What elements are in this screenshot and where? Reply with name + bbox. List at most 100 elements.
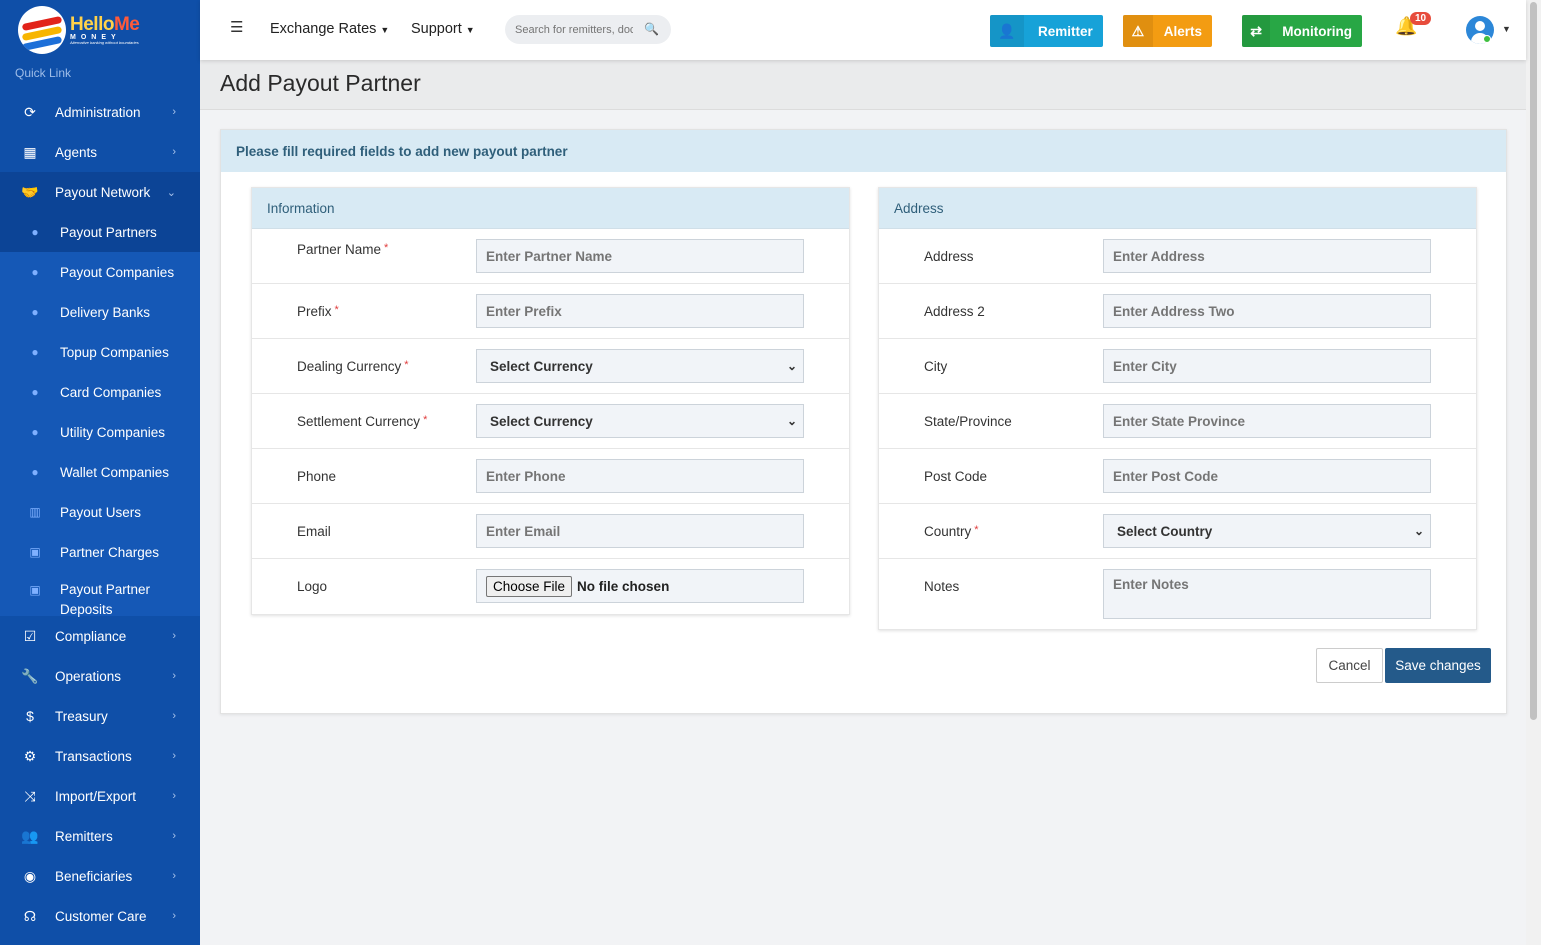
sidebar-subitem-payout-companies[interactable]: ● Payout Companies <box>0 252 200 292</box>
hamburger-icon[interactable]: ☰ <box>230 18 243 36</box>
logo[interactable]: HelloMe MONEY Alternative banking withou… <box>0 0 200 60</box>
address-label: Address <box>924 249 974 264</box>
headset-icon: ☊ <box>23 907 37 924</box>
sidebar-subitem-label: Topup Companies <box>60 344 169 360</box>
chevron-right-icon: › <box>172 146 176 158</box>
sidebar-subitem-topup-companies[interactable]: ● Topup Companies <box>0 332 200 372</box>
sidebar-item-payout-network[interactable]: 🤝 Payout Network ⌄ <box>0 172 200 212</box>
sidebar-item-transactions[interactable]: ⚙ Transactions › <box>0 736 200 776</box>
sidebar-subitem-label: Wallet Companies <box>60 464 170 480</box>
sidebar-subitem-wallet-companies[interactable]: ● Wallet Companies <box>0 452 200 492</box>
partner-name-label: Partner Name * <box>297 242 389 257</box>
sidebar-item-label: Customer Care <box>55 908 147 924</box>
phone-label: Phone <box>297 469 337 484</box>
dealing-currency-select[interactable]: Select Currency ⌄ <box>476 349 804 383</box>
user-circle-icon: ◉ <box>23 867 37 884</box>
sidebar-item-operations[interactable]: 🔧 Operations › <box>0 656 200 696</box>
logo-file-input: Choose File No file chosen <box>476 569 804 603</box>
sidebar-subitem-delivery-banks[interactable]: ● Delivery Banks <box>0 292 200 332</box>
sidebar-item-import-export[interactable]: ⤨ Import/Export › <box>0 776 200 816</box>
caret-down-icon[interactable]: ▼ <box>1502 24 1511 34</box>
save-changes-button[interactable]: Save changes <box>1385 648 1491 683</box>
sidebar-subitem-label: Payout Partner Deposits <box>60 582 151 617</box>
chevron-right-icon: › <box>172 870 176 882</box>
notes-textarea[interactable] <box>1103 569 1431 619</box>
exchange-rates-menu[interactable]: Exchange Rates ▼ <box>270 21 389 37</box>
sidebar-subitem-payout-users[interactable]: ▥ Payout Users <box>0 492 200 532</box>
users-icon: 👥 <box>21 827 39 844</box>
sidebar-subitem-label: Utility Companies <box>60 424 166 440</box>
logo-text: HelloMe MONEY Alternative banking withou… <box>70 14 140 45</box>
logo-brand-a: Hello <box>70 14 114 35</box>
prefix-input[interactable] <box>476 294 804 328</box>
support-label: Support <box>411 21 462 37</box>
sidebar-item-treasury[interactable]: $ Treasury › <box>0 696 200 736</box>
sidebar-subitem-card-companies[interactable]: ● Card Companies <box>0 372 200 412</box>
sidebar-item-agents[interactable]: ▦ Agents › <box>0 132 200 172</box>
sidebar-item-label: Beneficiaries <box>55 868 133 884</box>
quick-link-label: Quick Link <box>15 66 72 80</box>
dealing-currency-row: Dealing Currency * Select Currency ⌄ <box>252 339 849 394</box>
file-status: No file chosen <box>577 578 670 594</box>
sidebar-item-customer-care[interactable]: ☊ Customer Care › <box>0 896 200 936</box>
sidebar-item-label: Transactions <box>55 748 132 764</box>
prefix-label: Prefix * <box>297 304 339 319</box>
city-input[interactable] <box>1103 349 1431 383</box>
state-input[interactable] <box>1103 404 1431 438</box>
logo-row: Logo Choose File No file chosen <box>252 559 849 614</box>
country-select[interactable]: Select Country ⌄ <box>1103 514 1431 548</box>
money-icon: ▣ <box>29 545 41 559</box>
address2-row: Address 2 <box>879 284 1476 339</box>
handshake-icon: 🤝 <box>21 183 39 200</box>
phone-row: Phone <box>252 449 849 504</box>
chevron-right-icon: › <box>172 910 176 922</box>
address2-input[interactable] <box>1103 294 1431 328</box>
building-icon: ▦ <box>23 143 37 160</box>
post-code-input[interactable] <box>1103 459 1431 493</box>
user-icon: ● <box>31 305 39 319</box>
sidebar: HelloMe MONEY Alternative banking withou… <box>0 0 200 945</box>
user-icon: ● <box>31 465 39 479</box>
user-icon: ● <box>31 225 39 239</box>
choose-file-button[interactable]: Choose File <box>486 575 573 597</box>
sidebar-item-administration[interactable]: ⟳ Administration › <box>0 92 200 132</box>
support-menu[interactable]: Support ▼ <box>411 21 475 37</box>
information-panel-title: Information <box>252 188 849 229</box>
partner-name-input[interactable] <box>476 239 804 273</box>
alerts-label: Alerts <box>1163 23 1202 39</box>
cancel-button[interactable]: Cancel <box>1316 648 1383 683</box>
caret-down-icon: ▼ <box>380 25 390 35</box>
settlement-currency-select[interactable]: Select Currency ⌄ <box>476 404 804 438</box>
dollar-icon: $ <box>26 708 34 724</box>
scrollbar[interactable] <box>1526 0 1541 945</box>
remitter-button[interactable]: 👤 Remitter <box>990 15 1103 47</box>
sidebar-item-label: Administration <box>55 104 141 120</box>
monitoring-button[interactable]: ⇄ Monitoring <box>1242 15 1362 47</box>
address-input[interactable] <box>1103 239 1431 273</box>
sidebar-subitem-partner-charges[interactable]: ▣ Partner Charges <box>0 532 200 572</box>
sidebar-subitem-payout-partners[interactable]: ● Payout Partners <box>0 212 200 252</box>
notification-badge: 10 <box>1410 12 1432 25</box>
settlement-currency-label: Settlement Currency * <box>297 414 428 429</box>
warning-icon: ⚠ <box>1123 15 1153 47</box>
chevron-right-icon: › <box>172 106 176 118</box>
state-label: State/Province <box>924 414 1012 429</box>
sidebar-subitem-payout-partner-deposits[interactable]: ▣ Payout Partner Deposits <box>0 572 200 617</box>
information-panel: Information Partner Name* Prefix* Dealin… <box>251 187 850 615</box>
user-icon: ● <box>31 385 39 399</box>
bank-icon: ▥ <box>29 505 41 519</box>
sidebar-subitem-label: Card Companies <box>60 384 162 400</box>
search-input[interactable] <box>515 23 633 36</box>
phone-input[interactable] <box>476 459 804 493</box>
scrollbar-thumb[interactable] <box>1530 2 1537 720</box>
sidebar-subitem-utility-companies[interactable]: ● Utility Companies <box>0 412 200 452</box>
online-status-dot <box>1483 35 1491 43</box>
sidebar-item-remitters[interactable]: 👥 Remitters › <box>0 816 200 856</box>
alerts-button[interactable]: ⚠ Alerts <box>1123 15 1212 47</box>
sidebar-item-beneficiaries[interactable]: ◉ Beneficiaries › <box>0 856 200 896</box>
sidebar-item-compliance[interactable]: ☑ Compliance › <box>0 616 200 656</box>
search-icon[interactable]: 🔍 <box>644 22 659 36</box>
user-icon: ● <box>31 425 39 439</box>
logo-brand-b: Me <box>113 14 140 35</box>
email-input[interactable] <box>476 514 804 548</box>
